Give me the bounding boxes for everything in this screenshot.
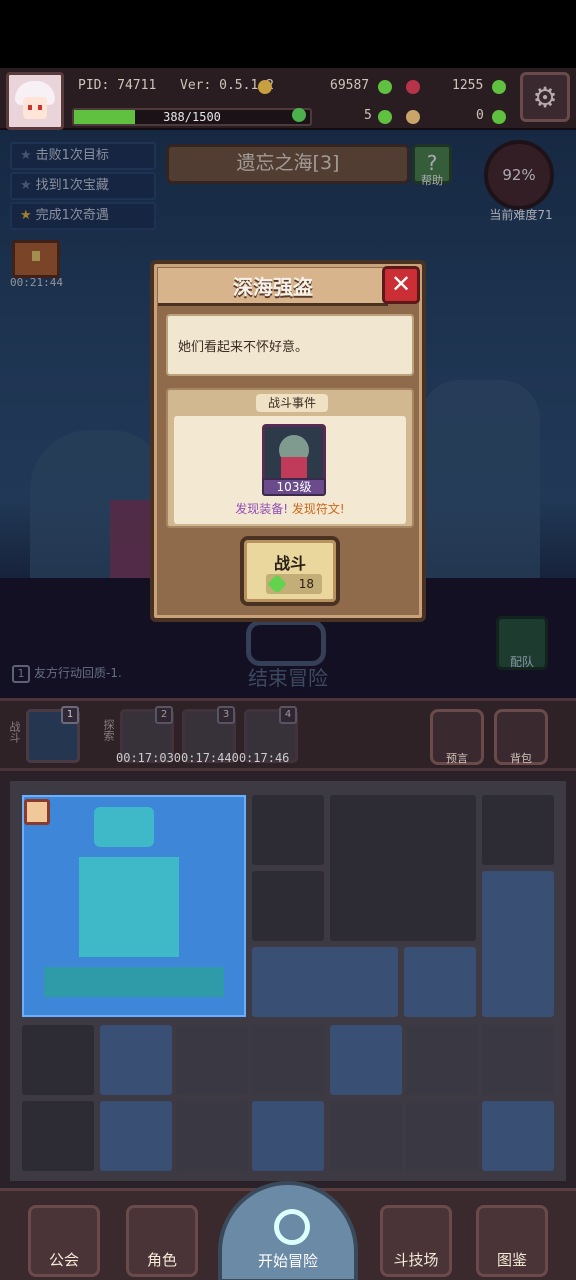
gold-coin-icon xyxy=(258,80,272,94)
top-hud: PID: 74711 Ver: 0.5.1.2 69587 1255 388/1… xyxy=(0,68,576,130)
potion-add-icon[interactable] xyxy=(492,110,506,124)
fight-label: 战斗 xyxy=(273,554,306,573)
map-tile[interactable] xyxy=(252,871,324,941)
map-tile[interactable] xyxy=(252,1025,324,1095)
gear-icon: ⚙ xyxy=(532,80,558,114)
close-button[interactable]: ✕ xyxy=(382,266,420,304)
prophecy-button[interactable]: 预言 xyxy=(430,709,484,765)
potion-amount: 0 xyxy=(476,108,484,123)
nav-character[interactable]: 角色 xyxy=(126,1205,198,1277)
map-tile[interactable] xyxy=(330,795,476,941)
explore-label: 探索 xyxy=(102,719,115,741)
map-tile[interactable] xyxy=(100,1025,172,1095)
battle-label: 战斗 xyxy=(8,721,21,743)
fight-cost: 18 xyxy=(266,574,322,594)
room-flag-icon xyxy=(24,799,50,825)
player-id: PID: 74711 xyxy=(78,78,157,93)
find-rune: 发现符文! xyxy=(291,502,345,516)
clover-amount: 5 xyxy=(364,108,372,123)
current-room-tile[interactable] xyxy=(22,795,246,1017)
nav-arena[interactable]: 斗技场 xyxy=(380,1205,452,1277)
map-tile[interactable] xyxy=(482,1025,554,1095)
gold-amount: 69587 xyxy=(330,78,370,93)
map-tile[interactable] xyxy=(22,1025,94,1095)
bottom-nav: 公会 角色 开始冒险 斗技场 图鉴 xyxy=(0,1181,576,1280)
map-tile[interactable] xyxy=(330,1101,402,1171)
map-tile[interactable] xyxy=(252,947,398,1017)
gem-add-icon[interactable] xyxy=(492,80,506,94)
close-icon: ✕ xyxy=(390,270,412,298)
find-equipment: 发现装备! xyxy=(235,502,289,516)
enemy-level: 103级 xyxy=(262,478,326,496)
xp-bar: 388/1500 xyxy=(72,108,312,126)
gem-cost-icon xyxy=(267,574,287,594)
map-tile[interactable] xyxy=(22,1101,94,1171)
map-tile[interactable] xyxy=(404,947,476,1017)
map-tile[interactable] xyxy=(252,795,324,865)
clover-add-icon[interactable] xyxy=(378,110,392,124)
gold-add-icon[interactable] xyxy=(378,80,392,94)
map-tile[interactable] xyxy=(482,795,554,865)
map-tile[interactable] xyxy=(176,1025,248,1095)
enemy-portrait[interactable] xyxy=(262,424,326,486)
event-panel: 战斗事件 103级 发现装备! 发现符文! xyxy=(166,388,414,528)
nav-start-adventure[interactable]: 开始冒险 xyxy=(218,1181,358,1280)
clover-icon xyxy=(292,108,306,122)
player-avatar[interactable] xyxy=(6,72,64,130)
status-bar xyxy=(0,0,576,68)
map-tile[interactable] xyxy=(482,1101,554,1171)
action-bar: 战斗 1 探索 2 3 4 00:17:0300:17:4400:17:46 预… xyxy=(0,698,576,768)
map-tile[interactable] xyxy=(406,1025,478,1095)
event-rewards: 发现装备! 发现符文! xyxy=(174,500,406,517)
bag-button[interactable]: 背包 xyxy=(494,709,548,765)
gem-amount: 1255 xyxy=(452,78,484,93)
event-type: 战斗事件 xyxy=(256,394,328,412)
map-tile[interactable] xyxy=(100,1101,172,1171)
map-tile[interactable] xyxy=(482,871,554,1017)
nav-codex[interactable]: 图鉴 xyxy=(476,1205,548,1277)
settings-button[interactable]: ⚙ xyxy=(520,72,570,122)
battle-slot[interactable]: 1 xyxy=(26,706,80,763)
nav-guild[interactable]: 公会 xyxy=(28,1205,100,1277)
potion-icon xyxy=(406,110,420,124)
modal-title: 深海强盗 xyxy=(158,268,388,306)
event-description: 她们看起来不怀好意。 xyxy=(166,314,414,376)
map-tile[interactable] xyxy=(406,1101,478,1171)
fight-button[interactable]: 战斗 18 xyxy=(240,536,340,606)
magnifier-icon xyxy=(274,1209,310,1245)
event-modal: 深海强盗 ✕ 她们看起来不怀好意。 战斗事件 103级 发现装备! 发现符文! … xyxy=(150,260,426,622)
map-tile[interactable] xyxy=(176,1101,248,1171)
xp-text: 388/1500 xyxy=(163,110,221,124)
exploration-map xyxy=(0,768,576,1188)
explore-timers: 00:17:0300:17:4400:17:46 xyxy=(116,751,290,765)
gem-icon xyxy=(406,80,420,94)
map-tile[interactable] xyxy=(252,1101,324,1171)
map-tile[interactable] xyxy=(330,1025,402,1095)
